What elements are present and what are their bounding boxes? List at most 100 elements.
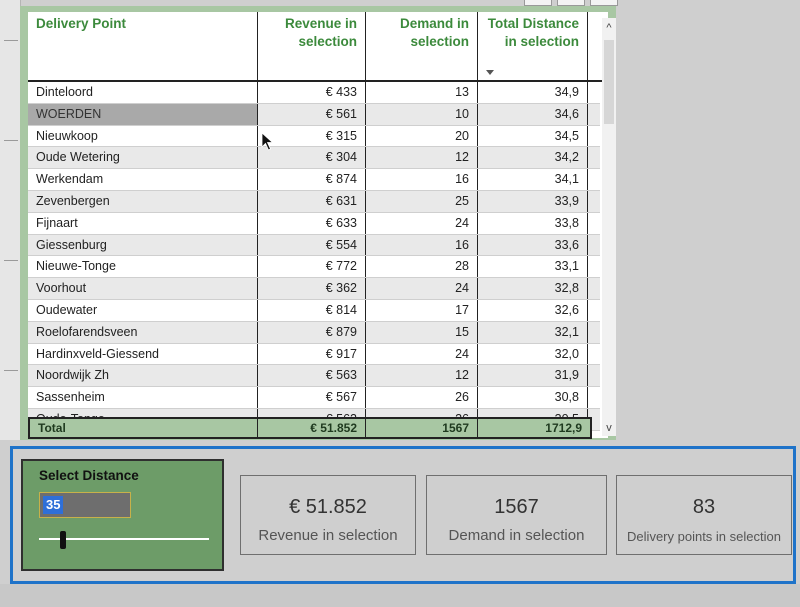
table-row[interactable]: Nieuwe-Tonge € 772 28 33,1 — [28, 256, 600, 279]
revenue-cell[interactable]: € 874 — [258, 169, 366, 190]
demand-cell[interactable]: 16 — [366, 169, 478, 190]
slider-handle[interactable] — [60, 531, 66, 549]
demand-cell[interactable]: 24 — [366, 343, 478, 365]
distance-cell[interactable]: 33,8 — [478, 212, 588, 234]
total-revenue: € 51.852 — [258, 419, 366, 437]
divider — [4, 140, 18, 141]
revenue-cell[interactable]: € 567 — [258, 387, 366, 408]
demand-cell[interactable]: 13 — [366, 82, 478, 103]
sort-descending-icon[interactable] — [486, 70, 494, 75]
distance-cell[interactable]: 33,9 — [478, 190, 588, 212]
demand-cell[interactable]: 16 — [366, 234, 478, 256]
demand-cell[interactable]: 20 — [366, 125, 478, 147]
demand-cell[interactable]: 26 — [366, 387, 478, 408]
table-row[interactable]: Oude Wetering € 304 12 34,2 — [28, 147, 600, 170]
total-label: Total — [30, 419, 258, 437]
distance-value-input[interactable]: 35 — [39, 492, 131, 518]
demand-cell[interactable]: 10 — [366, 103, 478, 125]
delivery-point-cell[interactable]: Voorhout — [28, 278, 258, 299]
delivery-point-cell[interactable]: Giessenburg — [28, 234, 258, 256]
column-header-revenue[interactable]: Revenue in selection — [258, 12, 366, 80]
distance-cell[interactable]: 34,6 — [478, 103, 588, 125]
divider — [4, 40, 18, 41]
delivery-point-cell[interactable]: Fijnaart — [28, 212, 258, 234]
card-revenue-label: Revenue in selection — [258, 527, 398, 544]
delivery-point-cell[interactable]: Zevenbergen — [28, 190, 258, 212]
delivery-point-cell[interactable]: Oudewater — [28, 299, 258, 321]
delivery-point-cell[interactable]: Sassenheim — [28, 387, 258, 408]
card-demand-value: 1567 — [494, 496, 539, 518]
revenue-cell[interactable]: € 433 — [258, 82, 366, 103]
delivery-point-cell[interactable]: Noordwijk Zh — [28, 365, 258, 387]
revenue-cell[interactable]: € 917 — [258, 343, 366, 365]
demand-cell[interactable]: 24 — [366, 212, 478, 234]
card-demand: 1567 Demand in selection — [426, 475, 607, 555]
demand-cell[interactable]: 12 — [366, 147, 478, 169]
column-header-delivery-point[interactable]: Delivery Point — [28, 12, 258, 80]
demand-cell[interactable]: 25 — [366, 190, 478, 212]
scroll-up-icon[interactable]: ^ — [602, 22, 616, 34]
table-row[interactable]: Dinteloord € 433 13 34,9 — [28, 82, 600, 104]
card-demand-label: Demand in selection — [448, 527, 585, 544]
table-visual: Delivery Point Revenue in selection Dema… — [20, 6, 616, 440]
card-delivery-points-value: 83 — [692, 496, 716, 518]
revenue-cell[interactable]: € 631 — [258, 190, 366, 212]
distance-cell[interactable]: 34,2 — [478, 147, 588, 169]
distance-cell[interactable]: 32,0 — [478, 343, 588, 365]
delivery-point-cell[interactable]: WOERDEN — [28, 103, 258, 125]
column-header-total-distance[interactable]: Total Distance in selection — [478, 12, 588, 80]
delivery-point-cell[interactable]: Hardinxveld-Giessend — [28, 343, 258, 365]
table-row[interactable]: Hardinxveld-Giessend € 917 24 32,0 — [28, 343, 600, 366]
demand-cell[interactable]: 17 — [366, 299, 478, 321]
table-row[interactable]: Fijnaart € 633 24 33,8 — [28, 212, 600, 235]
table-row[interactable]: Roelofarendsveen € 879 15 32,1 — [28, 321, 600, 344]
table-rows: Dinteloord € 433 13 34,9 WOERDEN € 561 10 34,6 N… — [28, 82, 600, 431]
distance-cell[interactable]: 30,8 — [478, 387, 588, 408]
total-distance: 1712,9 — [545, 421, 582, 435]
revenue-cell[interactable]: € 561 — [258, 103, 366, 125]
scroll-down-icon[interactable]: v — [602, 422, 616, 434]
table-row[interactable]: WOERDEN € 561 10 34,6 — [28, 103, 600, 126]
table-row[interactable]: Zevenbergen € 631 25 33,9 — [28, 190, 600, 213]
table-row[interactable]: Voorhout € 362 24 32,8 — [28, 278, 600, 300]
vertical-scrollbar[interactable]: ^ v — [602, 18, 616, 436]
table-row[interactable]: Giessenburg € 554 16 33,6 — [28, 234, 600, 257]
revenue-cell[interactable]: € 772 — [258, 256, 366, 278]
delivery-point-cell[interactable]: Werkendam — [28, 169, 258, 190]
distance-cell[interactable]: 31,9 — [478, 365, 588, 387]
distance-cell[interactable]: 32,8 — [478, 278, 588, 299]
table-row[interactable]: Nieuwkoop € 315 20 34,5 — [28, 125, 600, 148]
revenue-cell[interactable]: € 814 — [258, 299, 366, 321]
delivery-point-cell[interactable]: Nieuwe-Tonge — [28, 256, 258, 278]
delivery-point-cell[interactable]: Oude Wetering — [28, 147, 258, 169]
status-bar — [0, 584, 800, 607]
table-row[interactable]: Werkendam € 874 16 34,1 — [28, 169, 600, 191]
revenue-cell[interactable]: € 554 — [258, 234, 366, 256]
demand-cell[interactable]: 12 — [366, 365, 478, 387]
distance-cell[interactable]: 33,1 — [478, 256, 588, 278]
demand-cell[interactable]: 24 — [366, 278, 478, 299]
left-panel-strip — [0, 0, 21, 440]
revenue-cell[interactable]: € 563 — [258, 365, 366, 387]
scrollbar-thumb[interactable] — [604, 40, 614, 124]
column-header-demand[interactable]: Demand in selection — [366, 12, 478, 80]
distance-cell[interactable]: 32,1 — [478, 321, 588, 343]
table-row[interactable]: Noordwijk Zh € 563 12 31,9 — [28, 365, 600, 388]
distance-cell[interactable]: 34,1 — [478, 169, 588, 190]
distance-cell[interactable]: 33,6 — [478, 234, 588, 256]
delivery-point-cell[interactable]: Roelofarendsveen — [28, 321, 258, 343]
table-body: Delivery Point Revenue in selection Dema… — [28, 12, 616, 439]
table-row[interactable]: Sassenheim € 567 26 30,8 — [28, 387, 600, 409]
demand-cell[interactable]: 28 — [366, 256, 478, 278]
delivery-point-cell[interactable]: Dinteloord — [28, 82, 258, 103]
revenue-cell[interactable]: € 362 — [258, 278, 366, 299]
revenue-cell[interactable]: € 879 — [258, 321, 366, 343]
revenue-cell[interactable]: € 633 — [258, 212, 366, 234]
table-total-row: Total € 51.852 1567 1712,9 — [28, 417, 592, 439]
distance-cell[interactable]: 32,6 — [478, 299, 588, 321]
delivery-point-cell[interactable]: Nieuwkoop — [28, 125, 258, 147]
table-row[interactable]: Oudewater € 814 17 32,6 — [28, 299, 600, 322]
demand-cell[interactable]: 15 — [366, 321, 478, 343]
distance-cell[interactable]: 34,9 — [478, 82, 588, 103]
distance-cell[interactable]: 34,5 — [478, 125, 588, 147]
